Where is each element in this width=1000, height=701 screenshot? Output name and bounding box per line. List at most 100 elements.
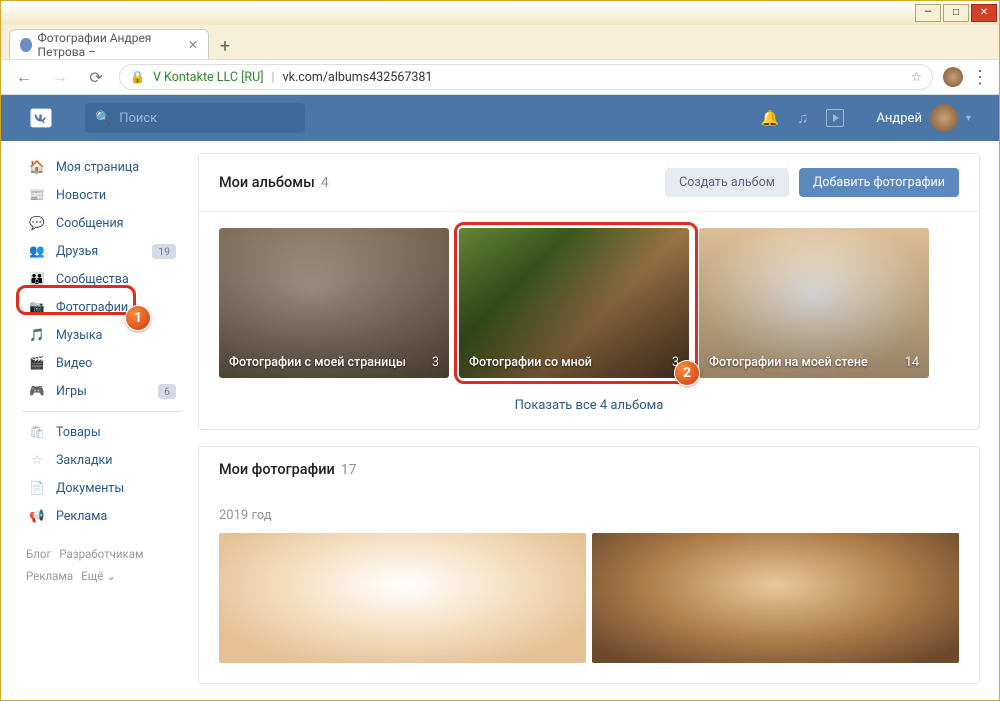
notifications-icon[interactable]: 🔔: [761, 109, 780, 127]
album-my-page[interactable]: Фотографии с моей страницы 3: [219, 228, 449, 378]
reload-button[interactable]: ⟳: [83, 64, 109, 90]
star-icon: ☆: [28, 451, 46, 469]
sidebar-item-ads[interactable]: 📢 Реклама: [20, 502, 184, 530]
favicon-icon: [20, 38, 32, 52]
vk-header: 🔍 Поиск 🔔 ♫ Андрей ▾: [1, 95, 999, 141]
albums-card: Мои альбомы 4 Создать альбом Добавить фо…: [198, 153, 980, 430]
annotation-badge-2: 2: [674, 360, 700, 386]
home-icon: 🏠: [28, 158, 46, 176]
annotation-badge-1: 1: [125, 305, 151, 331]
footer-more[interactable]: Ещё ⌄: [81, 569, 116, 583]
address-bar[interactable]: 🔒 V Kontakte LLC [RU] | vk.com/albums432…: [119, 64, 933, 90]
games-icon: 🎮: [28, 382, 46, 400]
sidebar-footer: Блог Разработчикам Реклама Ещё ⌄: [20, 544, 184, 588]
window-maximize-button[interactable]: [943, 4, 969, 22]
photos-title: Мои фотографии: [219, 461, 335, 478]
sidebar-item-label: Товары: [56, 425, 101, 440]
news-icon: 📰: [28, 186, 46, 204]
albums-grid: Фотографии с моей страницы 3 Фотографии …: [199, 212, 979, 386]
sidebar-item-groups[interactable]: 👪Сообщества: [20, 265, 184, 293]
sidebar-item-label: Новости: [56, 188, 106, 203]
album-title: Фотографии на моей стене: [709, 355, 868, 370]
user-menu[interactable]: Андрей ▾: [876, 104, 971, 132]
sidebar-item-news[interactable]: 📰 Новости: [20, 181, 184, 209]
sidebar-item-messages[interactable]: 💬 Сообщения: [20, 209, 184, 237]
page-body: 🏠Моя страница 📰Новости 💬Сообщения 👥Друзь…: [20, 141, 980, 700]
megaphone-icon: 📢: [28, 507, 46, 525]
url-separator: |: [272, 70, 275, 85]
sidebar-item-label: Друзья: [56, 244, 98, 259]
bookmark-star-icon[interactable]: ☆: [911, 69, 922, 85]
browser-window: Фотографии Андрея Петрова – ✕ + ← → ⟳ 🔒 …: [0, 0, 1000, 701]
sidebar-item-label: Сообщения: [56, 216, 124, 231]
new-tab-button[interactable]: +: [211, 33, 239, 59]
footer-dev[interactable]: Разработчикам: [59, 547, 143, 561]
toolbar-right: ⋮: [943, 67, 989, 88]
sidebar-item-label: Документы: [56, 481, 124, 496]
sidebar-item-label: Реклама: [56, 509, 107, 524]
window-title-bar: [1, 1, 999, 25]
sidebar-item-docs[interactable]: 📄 Документы: [20, 474, 184, 502]
lock-icon: 🔒: [130, 70, 145, 84]
photos-year: 2019 год: [199, 492, 979, 533]
sidebar-item-video[interactable]: 🎬 Видео: [20, 349, 184, 377]
window-minimize-button[interactable]: [915, 4, 941, 22]
window-close-button[interactable]: [971, 4, 997, 22]
show-all-link[interactable]: Показать все 4 альбома: [515, 398, 664, 413]
album-count: 14: [905, 355, 919, 370]
sidebar-item-label: Моя страница: [56, 160, 139, 175]
doc-icon: 📄: [28, 479, 46, 497]
footer-blog[interactable]: Блог: [26, 547, 51, 561]
cert-org: V Kontakte LLC [RU]: [153, 70, 264, 85]
photo-item[interactable]: [219, 533, 586, 663]
play-icon[interactable]: [826, 109, 844, 127]
album-title: Фотографии со мной: [469, 355, 592, 370]
footer-ad[interactable]: Реклама: [26, 569, 73, 583]
sidebar-item-games[interactable]: 🎮Игры6: [20, 377, 184, 405]
sidebar-item-my-page[interactable]: 🏠 Моя страница: [20, 153, 184, 181]
sidebar-item-market[interactable]: 🛍Товары: [20, 418, 184, 446]
forward-button[interactable]: →: [47, 64, 73, 90]
album-count: 3: [432, 355, 439, 370]
albums-count: 4: [321, 175, 329, 191]
groups-icon: 👪: [28, 270, 46, 288]
sidebar-item-label: Фотографии: [56, 300, 128, 315]
browser-menu-button[interactable]: ⋮: [971, 67, 989, 88]
album-with-me[interactable]: Фотографии со мной 3: [459, 228, 689, 378]
sidebar-item-friends[interactable]: 👥Друзья19: [20, 237, 184, 265]
albums-header: Мои альбомы 4 Создать альбом Добавить фо…: [199, 154, 979, 212]
url-text: vk.com/albums432567381: [283, 70, 433, 85]
chevron-down-icon: ▾: [966, 113, 971, 124]
photo-item[interactable]: [592, 533, 959, 663]
tab-close-icon[interactable]: ✕: [188, 38, 198, 52]
browser-toolbar: ← → ⟳ 🔒 V Kontakte LLC [RU] | vk.com/alb…: [1, 59, 999, 95]
photos-count: 17: [341, 462, 357, 478]
friends-badge: 19: [152, 244, 176, 259]
sidebar-item-music[interactable]: 🎵 Музыка: [20, 321, 184, 349]
music-note-icon: 🎵: [28, 326, 46, 344]
sidebar-item-label: Видео: [56, 356, 92, 371]
vk-logo[interactable]: [11, 104, 71, 132]
sidebar-item-bookmarks[interactable]: ☆Закладки: [20, 446, 184, 474]
camera-icon: 📷: [28, 298, 46, 316]
profile-avatar-icon[interactable]: [943, 67, 963, 87]
sidebar-item-photos[interactable]: 📷 Фотографии: [20, 293, 184, 321]
sidebar: 🏠Моя страница 📰Новости 💬Сообщения 👥Друзь…: [20, 153, 184, 700]
back-button[interactable]: ←: [11, 64, 37, 90]
photos-header: Мои фотографии 17: [199, 447, 979, 492]
message-icon: 💬: [28, 214, 46, 232]
album-wall[interactable]: Фотографии на моей стене 14: [699, 228, 929, 378]
sidebar-item-label: Музыка: [56, 328, 102, 343]
albums-title: Мои альбомы: [219, 174, 315, 191]
add-photos-button[interactable]: Добавить фотографии: [799, 168, 959, 197]
main-content: Мои альбомы 4 Создать альбом Добавить фо…: [198, 153, 980, 700]
video-icon: 🎬: [28, 354, 46, 372]
tab-title: Фотографии Андрея Петрова –: [38, 31, 182, 59]
user-name: Андрей: [876, 111, 922, 126]
create-album-button[interactable]: Создать альбом: [665, 168, 789, 197]
music-icon[interactable]: ♫: [797, 109, 808, 127]
browser-tab[interactable]: Фотографии Андрея Петрова – ✕: [9, 29, 209, 59]
photos-grid: [199, 533, 979, 683]
user-avatar-icon: [930, 104, 958, 132]
search-input[interactable]: 🔍 Поиск: [85, 103, 305, 133]
